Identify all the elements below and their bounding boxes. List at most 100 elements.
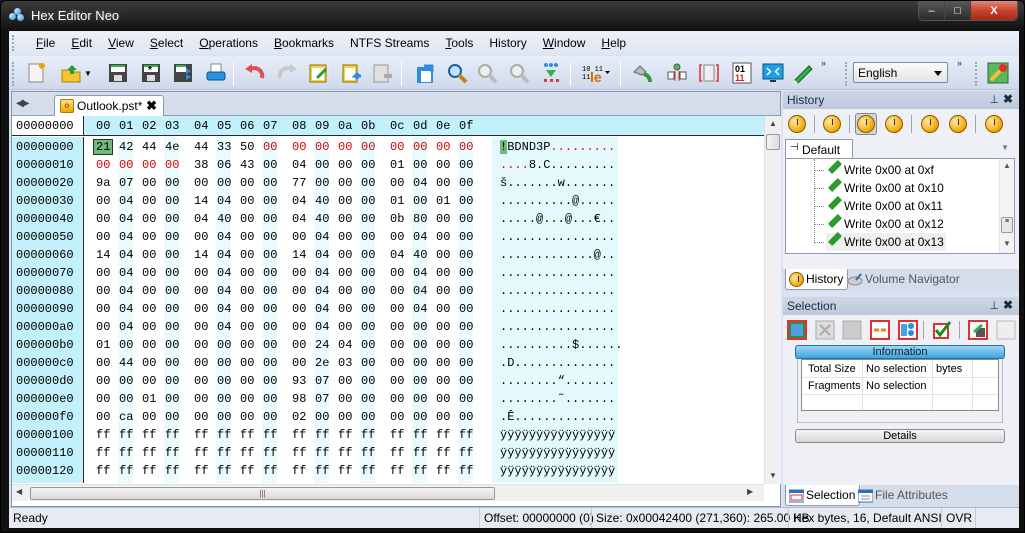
hex-byte[interactable]: 00 [165, 212, 179, 226]
history-export-icon[interactable] [947, 113, 969, 135]
hex-byte[interactable]: 00 [361, 266, 375, 280]
hex-byte[interactable]: ff [361, 464, 375, 478]
close-button[interactable]: X [971, 1, 1017, 20]
hex-byte[interactable]: ff [142, 446, 156, 460]
details-button[interactable]: Details [795, 429, 1005, 443]
hex-byte[interactable]: 00 [165, 338, 179, 352]
hex-byte[interactable]: 00 [240, 338, 254, 352]
maximize-button[interactable]: □ [945, 1, 971, 20]
hex-byte[interactable]: 00 [119, 374, 133, 388]
hex-byte[interactable]: 00 [119, 392, 133, 406]
hex-byte[interactable]: 00 [436, 140, 450, 154]
hex-byte[interactable]: 00 [142, 158, 156, 172]
hex-byte[interactable]: 00 [413, 194, 427, 208]
hex-byte[interactable]: 04 [413, 266, 427, 280]
hex-byte[interactable]: 00 [338, 194, 352, 208]
hex-byte[interactable]: 00 [142, 230, 156, 244]
hex-byte[interactable]: ff [194, 464, 208, 478]
hex-byte[interactable]: 00 [292, 284, 306, 298]
hex-byte[interactable]: 00 [240, 302, 254, 316]
hex-byte[interactable]: 00 [338, 284, 352, 298]
hex-byte[interactable]: 00 [459, 158, 473, 172]
text-row[interactable]: ........˜....... [500, 392, 615, 406]
hex-byte[interactable]: 04 [194, 212, 208, 226]
hex-byte[interactable]: 00 [390, 338, 404, 352]
hex-byte[interactable]: 00 [194, 356, 208, 370]
hex-byte[interactable]: ff [119, 428, 133, 442]
hex-byte[interactable]: 00 [96, 266, 110, 280]
hex-byte[interactable]: 00 [240, 266, 254, 280]
hex-byte[interactable]: 00 [263, 230, 277, 244]
hex-byte[interactable]: 00 [459, 392, 473, 406]
hex-byte[interactable]: 00 [459, 176, 473, 190]
hex-byte[interactable]: 04 [315, 248, 329, 262]
hex-byte[interactable]: 00 [194, 284, 208, 298]
history-item[interactable]: Write 0x00 at 0x11 [814, 195, 945, 215]
hex-byte[interactable]: 00 [96, 212, 110, 226]
hex-byte[interactable]: 00 [240, 356, 254, 370]
hex-byte[interactable]: 00 [459, 374, 473, 388]
hex-byte[interactable]: 98 [292, 392, 306, 406]
hex-byte[interactable]: 00 [315, 140, 329, 154]
modify-icon[interactable] [791, 61, 815, 85]
hex-byte[interactable]: 04 [413, 230, 427, 244]
hex-byte[interactable]: ff [338, 464, 352, 478]
hex-byte[interactable]: 00 [263, 410, 277, 424]
hex-byte[interactable]: 04 [119, 284, 133, 298]
save-as-icon[interactable]: * [139, 61, 163, 85]
tab-selection[interactable]: Selection [785, 485, 861, 506]
hex-byte[interactable]: 00 [361, 176, 375, 190]
hex-byte[interactable]: 00 [217, 392, 231, 406]
select-all-icon[interactable] [786, 319, 808, 341]
find-icon[interactable] [445, 61, 469, 85]
hex-byte[interactable]: 00 [240, 194, 254, 208]
text-row[interactable]: ÿÿÿÿÿÿÿÿÿÿÿÿÿÿÿÿ [500, 464, 615, 478]
hex-byte[interactable]: 00 [436, 284, 450, 298]
hex-byte[interactable]: 00 [194, 230, 208, 244]
toolbar-overflow-button[interactable]: » [957, 58, 962, 68]
hex-byte[interactable]: 01 [436, 194, 450, 208]
hex-byte[interactable]: 00 [194, 266, 208, 280]
hex-byte[interactable]: 01 [390, 158, 404, 172]
find-previous-icon[interactable] [507, 61, 531, 85]
redo-icon[interactable] [275, 61, 299, 85]
hex-byte[interactable]: 2e [315, 356, 329, 370]
hex-byte[interactable]: ff [263, 464, 277, 478]
hex-byte[interactable]: 00 [119, 338, 133, 352]
scroll-left-icon[interactable]: ◀ [16, 487, 22, 496]
hex-byte[interactable]: 00 [436, 338, 450, 352]
hex-byte[interactable]: ff [217, 464, 231, 478]
hex-byte[interactable]: 04 [413, 284, 427, 298]
find-next-icon[interactable] [475, 61, 499, 85]
hex-byte[interactable]: 00 [459, 284, 473, 298]
find-pattern-icon[interactable] [539, 61, 563, 85]
menu-help[interactable]: Help [593, 36, 634, 50]
hex-byte[interactable]: 04 [119, 194, 133, 208]
tabs-dropdown-icon[interactable]: ▼ [1001, 143, 1009, 152]
hex-byte[interactable]: 04 [315, 320, 329, 334]
hex-byte[interactable]: ff [413, 428, 427, 442]
hex-byte[interactable]: 04 [217, 248, 231, 262]
hex-byte[interactable]: 00 [96, 320, 110, 334]
text-row[interactable]: ................ [500, 302, 615, 316]
hex-byte[interactable]: 04 [217, 230, 231, 244]
hex-byte[interactable]: 00 [240, 212, 254, 226]
hex-byte[interactable]: ff [96, 428, 110, 442]
hex-byte[interactable]: 00 [390, 284, 404, 298]
hex-byte[interactable]: 00 [390, 320, 404, 334]
hex-byte[interactable]: 00 [338, 392, 352, 406]
hex-byte[interactable]: 00 [338, 140, 352, 154]
hex-byte[interactable]: ff [361, 428, 375, 442]
hex-byte[interactable]: 00 [96, 284, 110, 298]
tab-history[interactable]: History [785, 269, 849, 290]
hex-byte[interactable]: ff [459, 428, 473, 442]
open-file-icon[interactable] [59, 61, 83, 85]
hex-byte[interactable]: 04 [217, 284, 231, 298]
hex-byte[interactable]: 00 [292, 338, 306, 352]
hex-byte[interactable]: 00 [436, 410, 450, 424]
hex-byte[interactable]: 00 [165, 248, 179, 262]
hex-byte[interactable]: 00 [361, 302, 375, 316]
hex-byte[interactable]: ff [165, 428, 179, 442]
hex-byte[interactable]: 00 [292, 320, 306, 334]
hex-byte[interactable]: ff [292, 446, 306, 460]
